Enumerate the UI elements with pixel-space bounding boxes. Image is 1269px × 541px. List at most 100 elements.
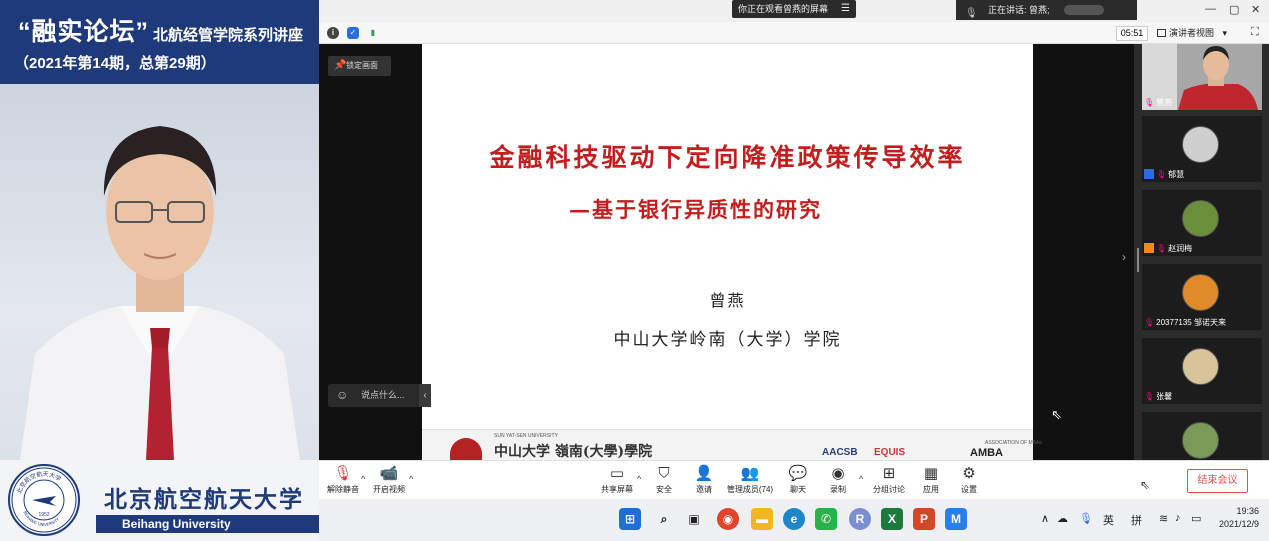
ime-lang[interactable]: 英 <box>1103 512 1114 528</box>
participant-name: 🎙 曾燕 <box>1144 98 1173 107</box>
cloud-icon[interactable]: ☁ <box>1057 512 1068 525</box>
participant-tile[interactable]: 🎙 张馨 <box>1142 338 1262 404</box>
chevron-up-icon[interactable]: ^ <box>859 474 863 484</box>
task-view-icon[interactable]: ▣ <box>683 508 705 530</box>
chevron-up-icon[interactable]: ^ <box>637 474 641 484</box>
chrome-icon[interactable]: ◉ <box>717 508 739 530</box>
slide-affiliation: 中山大学岭南（大学）学院 <box>613 330 842 350</box>
gear-icon: ⚙ <box>962 465 976 482</box>
shield-icon: ⛉ <box>658 465 670 482</box>
meeting-toolbar: 🎙 解除静音 ^ 📹 开启视频 ^ ▭ 共享屏幕 ^ ⛉ 安全 👤 邀请 👥 管… <box>319 460 1269 499</box>
shield-icon[interactable]: ✓ <box>347 27 359 39</box>
participant-tile[interactable]: 🎙 赵润梅 <box>1142 190 1262 256</box>
search-icon[interactable]: ⌕ <box>653 508 675 530</box>
lock-label: 锁定画面 <box>346 61 378 70</box>
sysu-name-en: SUN YAT-SEN UNIVERSITY <box>494 433 558 439</box>
file-explorer-icon[interactable]: ▬ <box>751 508 773 530</box>
info-icon[interactable]: i <box>327 27 339 39</box>
participant-strip: 🎙 曾燕 🎙 郁慧 🎙 赵润梅 🎙 20377135 邹诺天来 🎙 张馨 <box>1134 44 1269 460</box>
participant-name: 🎙 20377135 邹诺天来 <box>1144 318 1226 327</box>
signal-icon[interactable]: ▮ <box>367 27 379 39</box>
r-icon[interactable]: R <box>849 508 871 530</box>
battery-icon[interactable]: ▭ <box>1191 512 1201 525</box>
chat-placeholder: 说点什么... <box>361 390 405 400</box>
panel-collapse-arrow-icon[interactable]: › <box>1122 250 1126 264</box>
volume-icon[interactable]: ♪ <box>1175 512 1181 524</box>
chat-button[interactable]: 💬 聊天 <box>783 461 813 500</box>
avatar <box>1182 348 1219 385</box>
breakout-rooms-button[interactable]: ⊞ 分组讨论 <box>871 461 907 500</box>
start-icon[interactable]: ⊞ <box>619 508 641 530</box>
close-icon[interactable]: ✕ <box>1251 3 1260 16</box>
screen-sharing-indicator[interactable]: 你正在观看曾燕的屏幕 ☰ <box>732 0 856 18</box>
lock-view-button[interactable]: 📌 锁定画面 <box>328 56 391 76</box>
edge-icon[interactable]: e <box>783 508 805 530</box>
end-meeting-button[interactable]: 结束会议 <box>1187 469 1248 493</box>
participant-tile[interactable]: 🎙 20377135 邹诺天来 <box>1142 264 1262 330</box>
settings-button[interactable]: ⚙ 设置 <box>955 461 983 500</box>
chevron-down-icon: ▾ <box>1222 28 1228 38</box>
chat-input[interactable]: ☺ 说点什么... ‹ <box>328 384 431 407</box>
slide-title: 金融科技驱动下定向降准政策传导效率 <box>489 143 966 172</box>
speaker-view-button[interactable]: 演讲者视图 ▾ <box>1157 26 1241 41</box>
unmute-button[interactable]: 🎙 解除静音 <box>323 461 363 500</box>
restore-icon[interactable]: ▢ <box>1229 3 1239 16</box>
avatar <box>1182 422 1219 459</box>
start-video-button[interactable]: 📹 开启视频 <box>369 461 409 500</box>
share-screen-button[interactable]: ▭ 共享屏幕 <box>599 461 635 500</box>
screen: “融实论坛” 北航经管学院系列讲座 （2021年第14期，总第29期） 北京航空… <box>0 0 1269 541</box>
chevron-left-icon[interactable]: ‹ <box>419 384 431 407</box>
wechat-icon[interactable]: ✆ <box>815 508 837 530</box>
slide-footer: SUN YAT-SEN UNIVERSITY 中山大学 嶺南(大學)學院 AAC… <box>422 429 1042 462</box>
record-button[interactable]: ◉ 录制 <box>823 461 853 500</box>
powerpoint-icon[interactable]: P <box>913 508 935 530</box>
meeting-window: 你正在观看曾燕的屏幕 ☰ 🎙 正在讲话: 曾燕; — ▢ ✕ i ✓ ▮ 05:… <box>319 0 1269 541</box>
system-clock[interactable]: 19:36 2021/12/9 <box>1219 505 1259 531</box>
speaking-text: 正在讲话: 曾燕; <box>988 5 1050 15</box>
amba-association-label: ASSOCIATION OF MBAs <box>985 440 1042 446</box>
chevron-up-icon[interactable]: ^ <box>361 474 365 484</box>
strip-scrollbar[interactable] <box>1137 248 1139 272</box>
mic-off-icon: 🎙 <box>1156 170 1167 179</box>
series-subtitle: 北航经管学院系列讲座 <box>153 27 304 44</box>
invite-button[interactable]: 👤 邀请 <box>689 461 719 500</box>
sharing-text: 你正在观看曾燕的屏幕 <box>738 4 829 14</box>
avatar <box>1182 200 1219 237</box>
menu-icon[interactable]: ☰ <box>841 0 850 18</box>
add-user-icon: 👤 <box>694 465 714 482</box>
promo-title-row: “融实论坛” 北航经管学院系列讲座 <box>18 12 303 48</box>
participant-tile[interactable] <box>1142 412 1262 460</box>
chevron-up-icon[interactable]: ^ <box>409 474 413 484</box>
wifi-icon[interactable]: ≋ <box>1159 512 1168 525</box>
lecture-promo-panel: “融实论坛” 北航经管学院系列讲座 （2021年第14期，总第29期） 北京航空… <box>0 0 319 541</box>
svg-text:1952: 1952 <box>38 512 49 518</box>
host-icon <box>1144 243 1154 253</box>
apps-icon: ▦ <box>923 465 939 482</box>
series-title: “融实论坛” <box>18 18 150 46</box>
excel-icon[interactable]: X <box>881 508 903 530</box>
mouse-cursor-icon: ⇖ <box>1140 478 1151 492</box>
aacsb-logo: AACSB <box>822 447 858 458</box>
security-button[interactable]: ⛉ 安全 <box>649 461 679 500</box>
mic-icon[interactable]: 🎙 <box>1079 512 1093 525</box>
camera-off-icon: 📹 <box>379 465 399 482</box>
windows-taskbar: ⊞ ⌕ ▣ ◉ ▬ e ✆ R X P M ∧ ☁ 🎙 英 拼 ≋ ♪ ▭ 19… <box>319 499 1269 541</box>
tray-chevron-icon[interactable]: ∧ <box>1041 512 1049 525</box>
fullscreen-icon[interactable]: ⛶ <box>1251 26 1259 39</box>
mic-off-icon: 🎙 <box>333 465 353 482</box>
speaker-portrait <box>0 84 319 460</box>
tencent-meeting-icon[interactable]: M <box>945 508 967 530</box>
speaker-photo <box>20 126 300 460</box>
participant-tile[interactable]: 🎙 曾燕 <box>1142 44 1262 110</box>
participant-tile[interactable]: 🎙 郁慧 <box>1142 116 1262 182</box>
apps-button[interactable]: ▦ 应用 <box>917 461 945 500</box>
emoji-icon[interactable]: ☺ <box>336 384 348 407</box>
university-name-cn: 北京航空航天大学 <box>104 486 304 513</box>
avatar <box>1182 274 1219 311</box>
ime-mode[interactable]: 拼 <box>1131 512 1142 528</box>
record-icon: ◉ <box>831 465 845 482</box>
manage-members-button[interactable]: 👥 管理成员(74) <box>725 461 775 500</box>
minimize-icon[interactable]: — <box>1205 3 1216 15</box>
beihang-seal-logo: 北京航空航天大学 BEIHANG UNIVERSITY 1952 <box>8 464 80 536</box>
promo-header: “融实论坛” 北航经管学院系列讲座 （2021年第14期，总第29期） <box>0 0 319 84</box>
